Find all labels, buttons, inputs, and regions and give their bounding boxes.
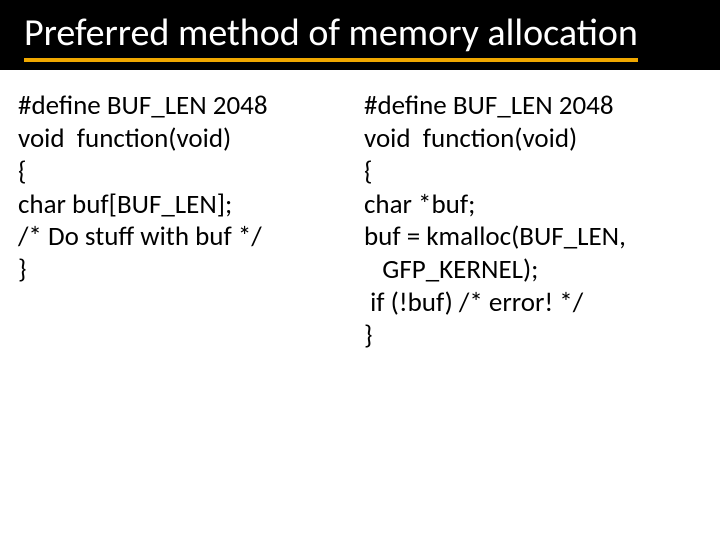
- code-line: GFP_KERNEL);: [364, 254, 702, 287]
- code-line: }: [18, 254, 356, 287]
- code-line: {: [364, 156, 702, 189]
- title-bar: Preferred method of memory allocation: [0, 0, 720, 70]
- code-line: /* Do stuff with buf */: [18, 221, 356, 254]
- slide: Preferred method of memory allocation #d…: [0, 0, 720, 540]
- code-line: }: [364, 320, 702, 353]
- code-line: void function(void): [364, 123, 702, 156]
- slide-body: #define BUF_LEN 2048 void function(void)…: [0, 70, 720, 354]
- code-line: {: [18, 156, 356, 189]
- code-line: #define BUF_LEN 2048: [18, 90, 356, 123]
- code-line: if (!buf) /* error! */: [364, 287, 702, 320]
- code-line: char *buf;: [364, 189, 702, 222]
- code-line: #define BUF_LEN 2048: [364, 90, 702, 123]
- slide-title: Preferred method of memory allocation: [24, 12, 638, 62]
- right-column: #define BUF_LEN 2048 void function(void)…: [364, 90, 702, 354]
- code-line: void function(void): [18, 123, 356, 156]
- left-column: #define BUF_LEN 2048 void function(void)…: [18, 90, 356, 354]
- code-line: buf = kmalloc(BUF_LEN,: [364, 221, 702, 254]
- code-line: char buf[BUF_LEN];: [18, 189, 356, 222]
